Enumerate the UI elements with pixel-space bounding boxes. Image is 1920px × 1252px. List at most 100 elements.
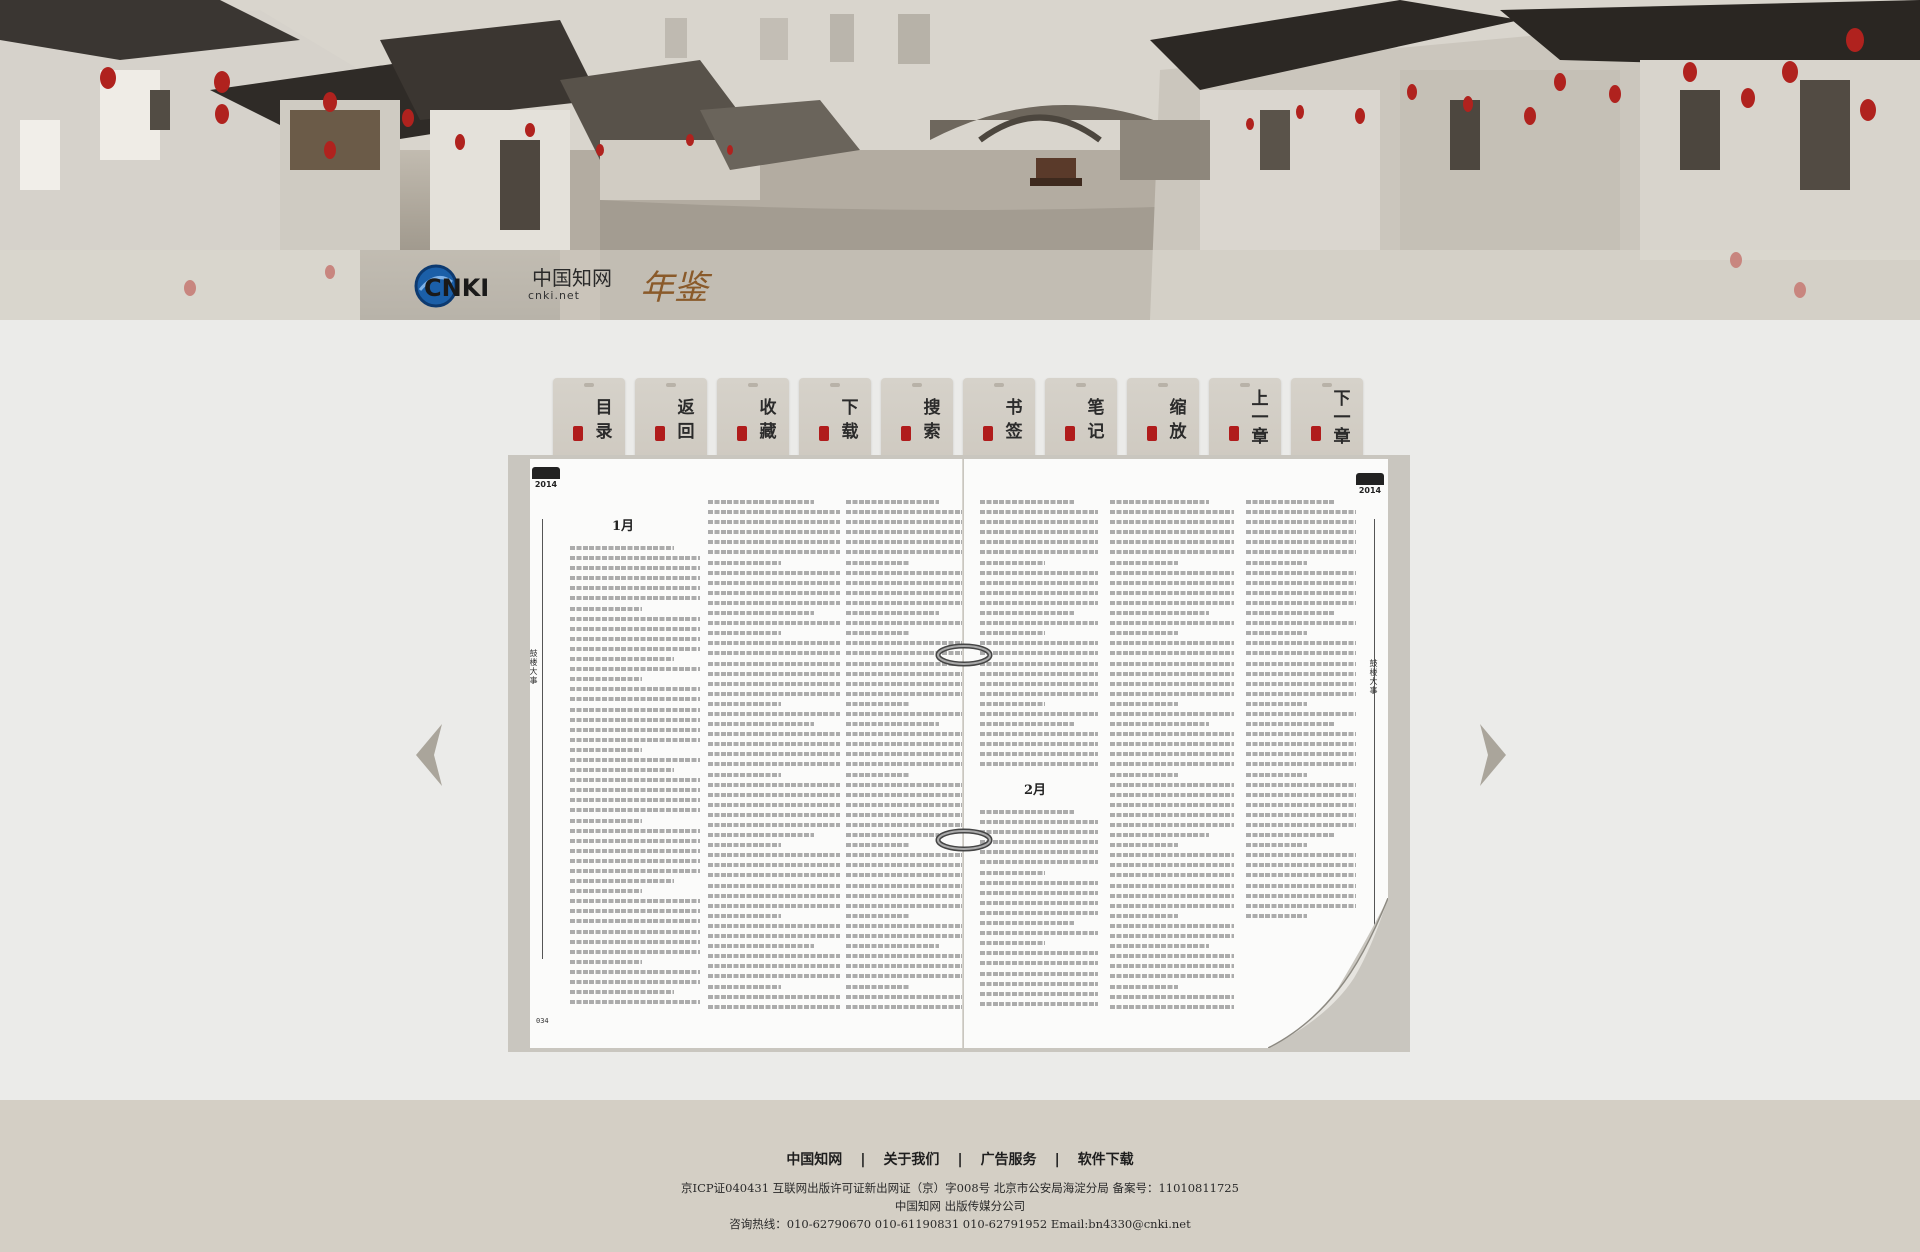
text-line (980, 557, 1045, 568)
text-line (980, 928, 1098, 939)
text-line (1110, 961, 1234, 972)
text-line (570, 977, 700, 988)
text-line (980, 897, 1098, 908)
text-line (846, 497, 939, 508)
prev-page-arrow[interactable] (408, 720, 452, 790)
footer-link[interactable]: 软件下载 (1078, 1149, 1134, 1169)
text-line (708, 840, 781, 851)
text-line (570, 694, 700, 705)
text-line (708, 497, 814, 508)
text-line (980, 867, 1045, 878)
text-line (570, 866, 700, 877)
text-column (980, 807, 1098, 1009)
text-line (1246, 497, 1334, 508)
text-line (570, 886, 642, 897)
banner-overlay-strip (0, 250, 1920, 320)
text-line (1246, 668, 1356, 679)
text-line (1110, 900, 1234, 911)
cnki-logo[interactable]: CNKI 中国知网 cnki.net 年鉴 (410, 258, 708, 310)
tab-prev-chapter[interactable]: 上一章 (1209, 378, 1281, 456)
text-line (570, 896, 700, 907)
text-line (846, 941, 939, 952)
section-side-label: 鼓楼大事 (1369, 659, 1378, 695)
text-line (1110, 991, 1234, 1002)
footer-link[interactable]: 中国知网 (786, 1149, 842, 1169)
tab-download[interactable]: 下载 (799, 378, 871, 456)
text-line (1110, 678, 1234, 689)
text-line (570, 876, 674, 887)
text-line (1110, 910, 1179, 921)
text-line (570, 744, 642, 755)
text-line (708, 941, 814, 952)
text-line (980, 577, 1098, 588)
text-line (1110, 880, 1234, 891)
text-line (846, 840, 910, 851)
text-line (846, 951, 962, 962)
tab-next-chapter[interactable]: 下一章 (1291, 378, 1363, 456)
text-line (1110, 608, 1210, 619)
next-page-arrow[interactable] (1470, 720, 1514, 790)
text-line (846, 749, 962, 760)
text-line (708, 517, 840, 528)
tab-toc[interactable]: 目录 (553, 378, 625, 456)
seal-icon (901, 426, 911, 441)
tab-zoom[interactable]: 缩放 (1127, 378, 1199, 456)
text-line (980, 938, 1045, 949)
text-line (708, 668, 840, 679)
text-line (570, 543, 674, 554)
contact-info: 咨询热线：010-62790670 010-61190831 010-62791… (729, 1217, 1191, 1231)
tab-label-char: 一 (1333, 408, 1351, 428)
tab-back[interactable]: 返回 (635, 378, 707, 456)
text-line (980, 759, 1098, 770)
tab-label-char: 一 (1251, 408, 1269, 428)
tab-search[interactable]: 搜索 (881, 378, 953, 456)
text-line (1110, 749, 1234, 760)
text-line (570, 684, 700, 695)
text-line (980, 678, 1098, 689)
text-line (570, 593, 700, 604)
text-line (708, 870, 840, 881)
text-line (1246, 608, 1334, 619)
text-line (1246, 779, 1356, 790)
text-line (1246, 678, 1356, 689)
text-line (846, 910, 910, 921)
tab-notes[interactable]: 笔记 (1045, 378, 1117, 456)
yearbook-reader[interactable]: 2014 1月 鼓楼大事 034 2月 2014 鼓楼大事 035 (508, 455, 1410, 1052)
text-line (1110, 668, 1234, 679)
text-line (846, 739, 962, 750)
text-line (570, 956, 642, 967)
seal-icon (1311, 426, 1321, 441)
text-line (570, 966, 700, 978)
tab-label-char: 下 (841, 398, 859, 418)
tab-label-char: 章 (1251, 427, 1269, 447)
text-line (980, 527, 1098, 538)
tab-label: 目录 (595, 396, 613, 444)
text-line (570, 795, 700, 806)
footer-link[interactable]: 广告服务 (981, 1149, 1037, 1169)
text-line (980, 618, 1098, 629)
footer-link[interactable]: 关于我们 (883, 1149, 939, 1169)
text-line (846, 759, 962, 770)
left-page[interactable]: 2014 1月 鼓楼大事 034 (530, 459, 963, 1048)
logo-text: 中国知网 (532, 265, 612, 290)
text-line (1110, 860, 1234, 871)
text-line (846, 991, 962, 1002)
text-line (846, 729, 962, 740)
text-line (846, 688, 962, 699)
text-line (708, 749, 840, 760)
text-line (846, 890, 962, 901)
page-curl[interactable] (1268, 898, 1388, 1048)
right-page[interactable]: 2月 2014 鼓楼大事 035 (964, 459, 1388, 1048)
text-line (980, 638, 1098, 649)
text-line (570, 714, 700, 725)
text-line (846, 527, 962, 538)
text-line (846, 860, 962, 871)
tab-favorite[interactable]: 收藏 (717, 378, 789, 456)
text-line (1110, 507, 1234, 518)
text-line (570, 623, 700, 634)
text-line (980, 817, 1098, 828)
text-line (846, 628, 910, 639)
text-line (708, 779, 840, 790)
tab-bookmark[interactable]: 书签 (963, 378, 1035, 456)
text-line (846, 830, 939, 841)
